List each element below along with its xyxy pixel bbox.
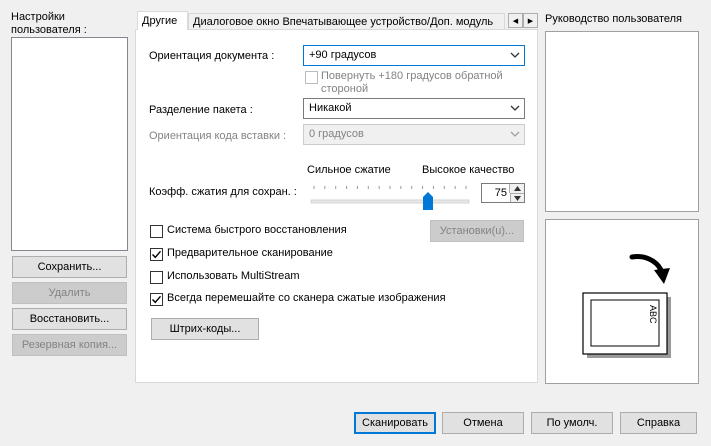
batch-split-label: Разделение пакета :	[149, 104, 253, 116]
tab-scroll-right-button[interactable]: ▶	[523, 13, 538, 28]
user-settings-label: Настройки пользователя :	[11, 11, 87, 36]
quick-recovery-checkbox[interactable]	[150, 225, 163, 238]
compression-spinbox[interactable]: 75	[481, 183, 525, 203]
compression-value: 75	[494, 187, 507, 199]
user-guide-box	[545, 31, 699, 212]
rotate180-checkbox[interactable]	[305, 71, 318, 84]
slider-thumb[interactable]	[423, 192, 433, 210]
tab-scroll-left-button[interactable]: ◀	[508, 13, 523, 28]
chevron-down-icon	[510, 105, 520, 111]
batch-split-value: Никакой	[309, 102, 352, 114]
imprint-orientation-label: Ориентация кода вставки :	[149, 130, 287, 142]
always-rotate-label: Всегда перемешайте со сканера сжатые изо…	[167, 292, 446, 304]
arrow-down-icon	[514, 195, 521, 201]
prescan-label: Предварительное сканирование	[167, 247, 333, 259]
always-rotate-checkbox[interactable]	[150, 293, 163, 306]
quick-recovery-label: Система быстрого восстановления	[167, 224, 347, 236]
spin-down-button[interactable]	[510, 193, 524, 202]
tab-imprinter-dialog[interactable]: Диалоговое окно Впечатывающее устройство…	[188, 13, 505, 30]
compression-left-caption: Сильное сжатие	[307, 164, 391, 176]
tab-other[interactable]: Другие	[137, 11, 188, 30]
compression-slider[interactable]	[308, 180, 473, 212]
imprint-orientation-value: 0 градусов	[309, 128, 364, 140]
compression-right-caption: Высокое качество	[422, 164, 515, 176]
chevron-down-icon	[510, 52, 520, 58]
checkmark-icon	[152, 250, 162, 259]
slider-ticks	[313, 186, 467, 189]
orientation-value: +90 градусов	[309, 49, 377, 61]
help-button[interactable]: Справка	[620, 412, 697, 434]
arrow-right-icon: ▶	[527, 17, 534, 25]
backup-settings-button[interactable]: Резервная копия...	[12, 334, 127, 356]
chevron-down-icon	[510, 131, 520, 137]
multistream-checkbox[interactable]	[150, 271, 163, 284]
orientation-label: Ориентация документа :	[149, 50, 275, 62]
cancel-button[interactable]: Отмена	[442, 412, 524, 434]
multistream-label: Использовать MultiStream	[167, 270, 300, 282]
batch-split-select[interactable]: Никакой	[303, 98, 525, 119]
user-settings-list[interactable]	[11, 37, 128, 251]
save-settings-button[interactable]: Сохранить...	[12, 256, 127, 278]
rotate180-label: Повернуть +180 градусов обратной стороно…	[321, 70, 503, 95]
arrow-up-icon	[513, 186, 521, 191]
defaults-button[interactable]: По умолч.	[531, 412, 613, 434]
scan-button[interactable]: Сканировать	[354, 412, 436, 434]
restore-settings-button[interactable]: Восстановить...	[12, 308, 127, 330]
recovery-settings-button[interactable]: Установки(u)...	[430, 220, 524, 242]
spin-up-button[interactable]	[509, 184, 524, 193]
preview-box: ABC	[545, 219, 699, 384]
rotation-preview-icon: ABC	[582, 254, 671, 358]
prescan-checkbox[interactable]	[150, 248, 163, 261]
orientation-select[interactable]: +90 градусов	[303, 45, 525, 66]
checkmark-icon	[152, 295, 162, 304]
slider-track	[310, 199, 470, 204]
delete-settings-button[interactable]: Удалить	[12, 282, 127, 304]
user-guide-label: Руководство пользователя	[545, 13, 682, 25]
imprint-orientation-select[interactable]: 0 градусов	[303, 124, 525, 145]
compression-label: Коэфф. сжатия для сохран. :	[149, 186, 297, 198]
arrow-left-icon: ◀	[512, 17, 519, 25]
barcodes-button[interactable]: Штрих-коды...	[151, 318, 259, 340]
preview-abc-text: ABC	[648, 305, 658, 324]
